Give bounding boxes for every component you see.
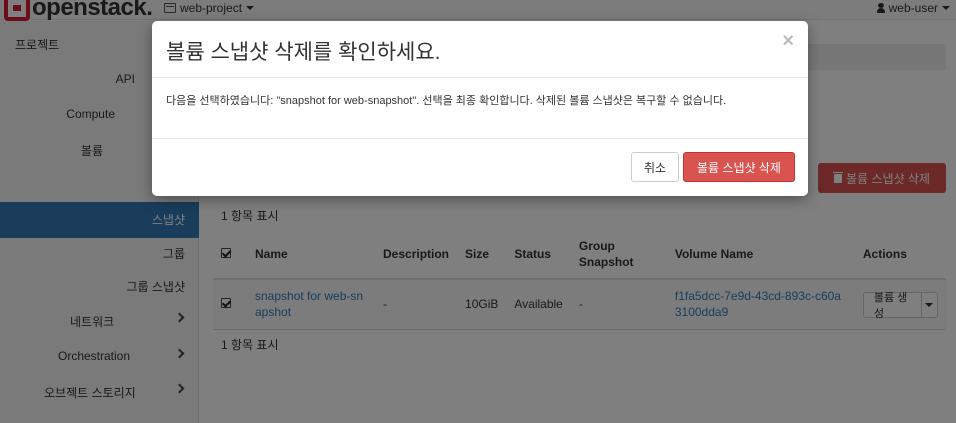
modal-message: 다음을 선택하였습니다: "snapshot for web-snapshot"… <box>166 95 727 107</box>
modal-title: 볼륨 스냅샷 삭제를 확인하세요. <box>166 41 441 64</box>
close-icon[interactable]: × <box>782 31 794 51</box>
confirm-delete-dialog: 볼륨 스냅샷 삭제를 확인하세요. × 다음을 선택하였습니다: "snapsh… <box>152 21 808 196</box>
modal-header: 볼륨 스냅샷 삭제를 확인하세요. × <box>152 21 808 78</box>
modal-body: 다음을 선택하였습니다: "snapshot for web-snapshot"… <box>152 78 808 139</box>
confirm-delete-button[interactable]: 볼륨 스냅샷 삭제 <box>683 152 795 182</box>
cancel-button[interactable]: 취소 <box>631 152 679 182</box>
modal-footer: 취소 볼륨 스냅샷 삭제 <box>152 139 808 195</box>
